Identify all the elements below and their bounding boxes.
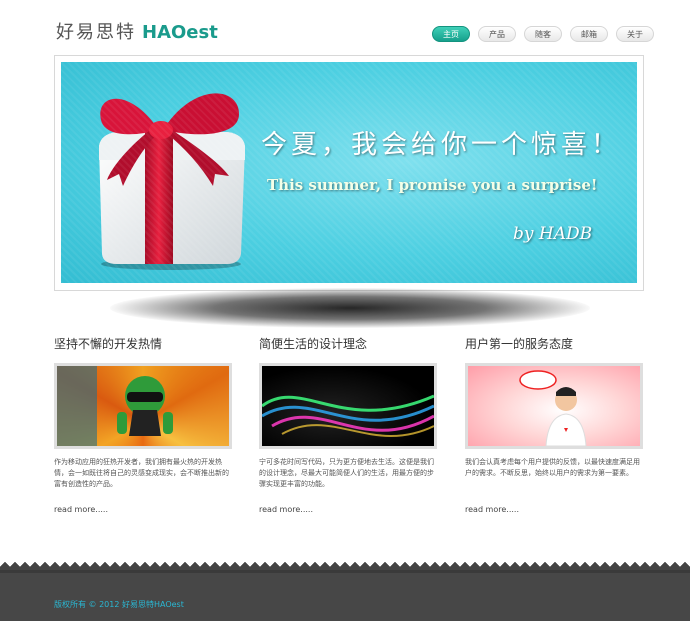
- nav-item-home[interactable]: 主页: [432, 26, 470, 42]
- light-streak-image: [259, 363, 437, 449]
- column-text: 作为移动应用的狂热开发者，我们拥有最火热的开发热情，会一如既往将自己的灵感变成现…: [54, 458, 229, 488]
- banner-subline: This summer, I promise you a surprise!: [267, 176, 598, 194]
- column-text: 我们会认真考虑每个用户提供的反馈，以最快速度满足用户的需求。不断反思，始终以用户…: [465, 458, 640, 477]
- nav-item-suike[interactable]: 随客: [524, 26, 562, 42]
- main-nav: 主页 产品 随客 邮箱 关于: [432, 26, 654, 42]
- nav-item-products[interactable]: 产品: [478, 26, 516, 42]
- site-logo[interactable]: 好易思特 HAOest: [56, 18, 218, 44]
- robot-image: [54, 363, 232, 449]
- read-more-link[interactable]: read more.....: [259, 505, 437, 514]
- column-title: 坚持不懈的开发热情: [54, 337, 163, 351]
- footer: 版权所有 © 2012 好易思特HAOest: [0, 570, 690, 621]
- footer-zigzag-divider: [0, 560, 690, 570]
- banner-headline: 今夏，我会给你一个惊喜！: [261, 130, 622, 160]
- header: 好易思特 HAOest 主页 产品 随客 邮箱 关于: [0, 0, 690, 52]
- logo-chinese-text: 好易思特: [56, 22, 136, 43]
- banner-shadow: [110, 288, 590, 328]
- column-title: 简便生活的设计理念: [259, 337, 368, 351]
- column-text: 宁可多花时间写代码，只为更方便地去生活。这便是我们的设计理念，尽最大可能简便人们…: [259, 458, 434, 488]
- light-streak-icon: [262, 394, 434, 437]
- read-more-link[interactable]: read more.....: [54, 505, 232, 514]
- person-image: [465, 363, 643, 449]
- hero-banner: 今夏，我会给你一个惊喜！ This summer, I promise you …: [61, 62, 637, 283]
- copyright-text: 版权所有 © 2012 好易思特HAOest: [54, 600, 184, 609]
- read-more-link[interactable]: read more.....: [465, 505, 643, 514]
- logo-english-text: HAOest: [142, 22, 218, 43]
- nav-item-mail[interactable]: 邮箱: [570, 26, 608, 42]
- gift-box-icon: [99, 93, 245, 270]
- person-speech-icon: [519, 370, 587, 446]
- column-title: 用户第一的服务态度: [465, 337, 574, 351]
- feature-column-1: 坚持不懈的开发热情 作为移动应用的狂热开发者，我们拥有最火热的开发热情，会一如既…: [54, 335, 232, 514]
- nav-item-about[interactable]: 关于: [616, 26, 654, 42]
- feature-column-3: 用户第一的服务态度 我们会认真考虑每个用户提供的反馈，以最快速度满足用户的需求。…: [465, 335, 643, 514]
- feature-column-2: 简便生活的设计理念 宁可多花时间写代码，只为更方便地去生活。这便是我们的设计理念…: [259, 335, 437, 514]
- android-robot-icon: [57, 366, 173, 446]
- banner-byline: by HADB: [513, 224, 593, 244]
